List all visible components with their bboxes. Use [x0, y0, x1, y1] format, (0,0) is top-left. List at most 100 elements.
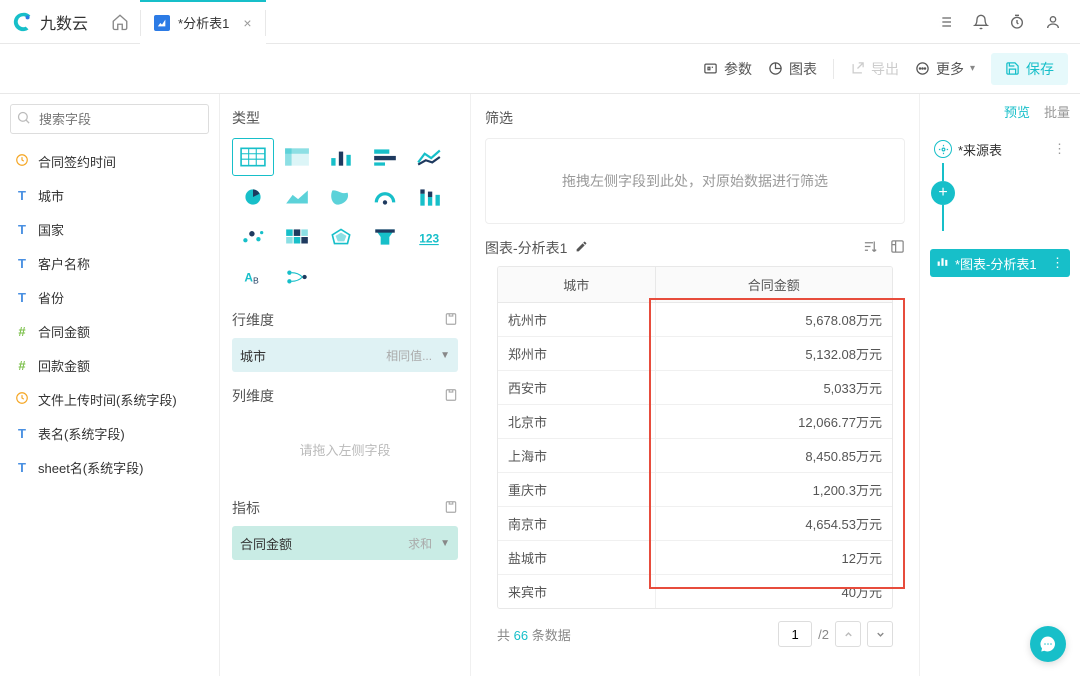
field-item[interactable]: #合同金额 [10, 314, 209, 348]
table-row[interactable]: 重庆市1,200.3万元 [498, 473, 892, 507]
pager: 共 66 条数据 /2 [485, 621, 905, 647]
param-button[interactable]: 参数 [703, 59, 752, 79]
row-dim-chip[interactable]: 城市 相同值... ▼ [232, 338, 458, 372]
cell-city: 郑州市 [498, 337, 656, 370]
chart-type-scatter[interactable] [232, 218, 274, 256]
tab-analysis[interactable]: *分析表1 × [140, 0, 265, 44]
tab-close-icon[interactable]: × [243, 15, 251, 31]
chart-actions [863, 239, 905, 257]
table-row[interactable]: 西安市5,033万元 [498, 371, 892, 405]
table-row[interactable]: 南京市4,654.53万元 [498, 507, 892, 541]
field-item[interactable]: T省份 [10, 280, 209, 314]
field-search [10, 104, 209, 134]
table-row[interactable]: 北京市12,066.77万元 [498, 405, 892, 439]
expand-icon[interactable] [890, 239, 905, 257]
field-item[interactable]: T客户名称 [10, 246, 209, 280]
list-icon[interactable] [930, 7, 960, 37]
home-button[interactable] [100, 13, 140, 31]
cell-city: 上海市 [498, 439, 656, 472]
field-item[interactable]: Tsheet名(系统字段) [10, 450, 209, 484]
field-label: sheet名(系统字段) [38, 458, 143, 477]
chart-title: 图表-分析表1 [485, 238, 588, 258]
field-label: 文件上传时间(系统字段) [38, 390, 177, 409]
row-count: 共 66 条数据 [497, 625, 571, 644]
step-more-icon[interactable]: ⋮ [1053, 141, 1066, 157]
tab-preview[interactable]: 预览 [1004, 102, 1030, 125]
field-type-icon: T [14, 460, 30, 475]
toolbar-separator [833, 59, 834, 79]
chart-type-stackbar[interactable] [408, 178, 450, 216]
col-header-city[interactable]: 城市 [498, 267, 656, 302]
field-type-icon: T [14, 256, 30, 271]
metric-chip[interactable]: 合同金额 求和 ▼ [232, 526, 458, 560]
field-item[interactable]: T城市 [10, 178, 209, 212]
field-item[interactable]: T表名(系统字段) [10, 416, 209, 450]
field-type-icon [14, 391, 30, 408]
sort-icon[interactable] [863, 239, 878, 257]
page-input[interactable] [778, 621, 812, 647]
table-row[interactable]: 杭州市5,678.08万元 [498, 303, 892, 337]
col-dim-dropzone[interactable]: 请拖入左侧字段 [232, 414, 458, 484]
field-type-icon: # [14, 358, 30, 373]
cell-city: 北京市 [498, 405, 656, 438]
stopwatch-icon[interactable] [1002, 7, 1032, 37]
page-next-button[interactable] [867, 621, 893, 647]
add-step-button[interactable]: + [931, 181, 955, 205]
chart-header: 图表-分析表1 [485, 238, 905, 258]
chart-button[interactable]: 图表 [768, 59, 817, 79]
field-item[interactable]: #回款金额 [10, 348, 209, 382]
chart-type-number[interactable]: 123 [408, 218, 450, 256]
search-input[interactable] [10, 104, 209, 134]
chart-type-pie[interactable] [232, 178, 274, 216]
chart-type-bar[interactable] [320, 138, 362, 176]
chevron-down-icon: ▼ [440, 538, 450, 549]
metric-header: 指标 [232, 498, 458, 518]
table-row[interactable]: 郑州市5,132.08万元 [498, 337, 892, 371]
chart-type-line[interactable] [408, 138, 450, 176]
user-icon[interactable] [1038, 7, 1068, 37]
chart-type-gauge[interactable] [364, 178, 406, 216]
cell-city: 盐城市 [498, 541, 656, 574]
field-item[interactable]: 合同签约时间 [10, 144, 209, 178]
cell-city: 西安市 [498, 371, 656, 404]
field-label: 合同金额 [38, 322, 90, 341]
chart-type-map[interactable] [320, 178, 362, 216]
app-logo: 九数云 [0, 10, 100, 34]
field-item[interactable]: 文件上传时间(系统字段) [10, 382, 209, 416]
chart-type-hbar[interactable] [364, 138, 406, 176]
chart-type-heatmap[interactable] [276, 218, 318, 256]
bell-icon[interactable] [966, 7, 996, 37]
type-label: 类型 [232, 108, 458, 128]
page-prev-button[interactable] [835, 621, 861, 647]
tab-batch[interactable]: 批量 [1044, 102, 1070, 125]
field-label: 国家 [38, 220, 64, 239]
col-header-amount[interactable]: 合同金额 [656, 267, 892, 302]
row-dim-settings-icon[interactable] [444, 312, 458, 329]
metric-settings-icon[interactable] [444, 500, 458, 517]
page-total: /2 [818, 627, 829, 642]
more-button[interactable]: 更多 ▾ [915, 59, 975, 79]
table-row[interactable]: 上海市8,450.85万元 [498, 439, 892, 473]
chart-type-sankey[interactable] [276, 258, 318, 296]
chevron-down-icon: ▾ [970, 63, 975, 74]
chart-type-radar[interactable] [320, 218, 362, 256]
chart-type-pivot[interactable] [276, 138, 318, 176]
chart-type-text[interactable]: AB [232, 258, 274, 296]
field-item[interactable]: T国家 [10, 212, 209, 246]
app-name: 九数云 [40, 10, 88, 34]
filter-dropzone[interactable]: 拖拽左侧字段到此处，对原始数据进行筛选 [485, 138, 905, 224]
help-fab[interactable] [1030, 626, 1066, 662]
table-row[interactable]: 盐城市12万元 [498, 541, 892, 575]
edit-title-icon[interactable] [575, 240, 588, 256]
col-dim-settings-icon[interactable] [444, 388, 458, 405]
chart-type-area[interactable] [276, 178, 318, 216]
chart-type-funnel[interactable] [364, 218, 406, 256]
step-source[interactable]: *来源表 ⋮ [930, 135, 1070, 163]
chart-type-table[interactable] [232, 138, 274, 176]
table-row[interactable]: 来宾市40万元 [498, 575, 892, 608]
search-icon [16, 110, 31, 128]
cell-amount: 40万元 [656, 575, 892, 608]
step-chart-node[interactable]: *图表-分析表1 ⋮ [930, 249, 1070, 277]
step-more-icon[interactable]: ⋮ [1051, 255, 1064, 271]
save-button[interactable]: 保存 [991, 53, 1068, 85]
